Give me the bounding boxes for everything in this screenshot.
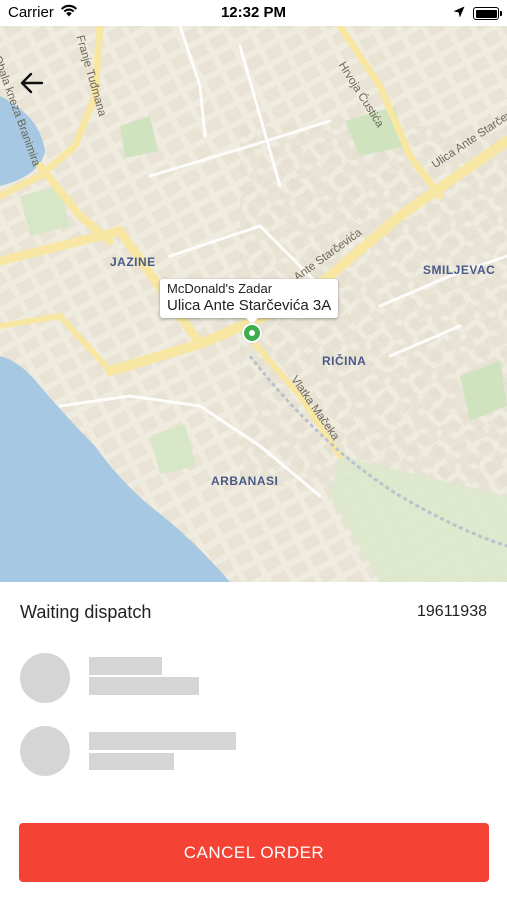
district-label-jazine: JAZINE (110, 255, 156, 269)
status-bar: Carrier 12:32 PM (0, 0, 507, 26)
district-label-arbanasi: ARBANASI (211, 474, 279, 488)
callout-address: Ulica Ante Starčevića 3A (167, 297, 332, 314)
status-time: 12:32 PM (220, 4, 287, 21)
text-placeholder-line (89, 677, 199, 695)
pin-center-dot (249, 330, 255, 336)
text-placeholder-line (89, 657, 162, 675)
text-placeholder-line (89, 732, 236, 750)
order-number: 19611938 (417, 603, 487, 620)
order-status: Waiting dispatch (20, 602, 152, 622)
location-arrow-icon (453, 5, 465, 22)
location-callout[interactable]: McDonald's Zadar Ulica Ante Starčevića 3… (160, 279, 339, 324)
order-panel: Waiting dispatch 19611938 CANCEL ORDER (0, 582, 507, 900)
avatar-placeholder (20, 726, 70, 776)
location-pin-icon[interactable] (242, 323, 262, 343)
district-label-ricina: RIČINA (322, 354, 367, 368)
cancel-order-button[interactable]: CANCEL ORDER (19, 823, 489, 882)
back-button[interactable] (20, 72, 52, 104)
avatar-placeholder (20, 653, 70, 703)
text-placeholder-line (89, 753, 174, 770)
battery-icon (473, 7, 502, 20)
district-label-smiljevac: SMILJEVAC (423, 263, 496, 277)
callout-title: McDonald's Zadar (167, 281, 273, 296)
